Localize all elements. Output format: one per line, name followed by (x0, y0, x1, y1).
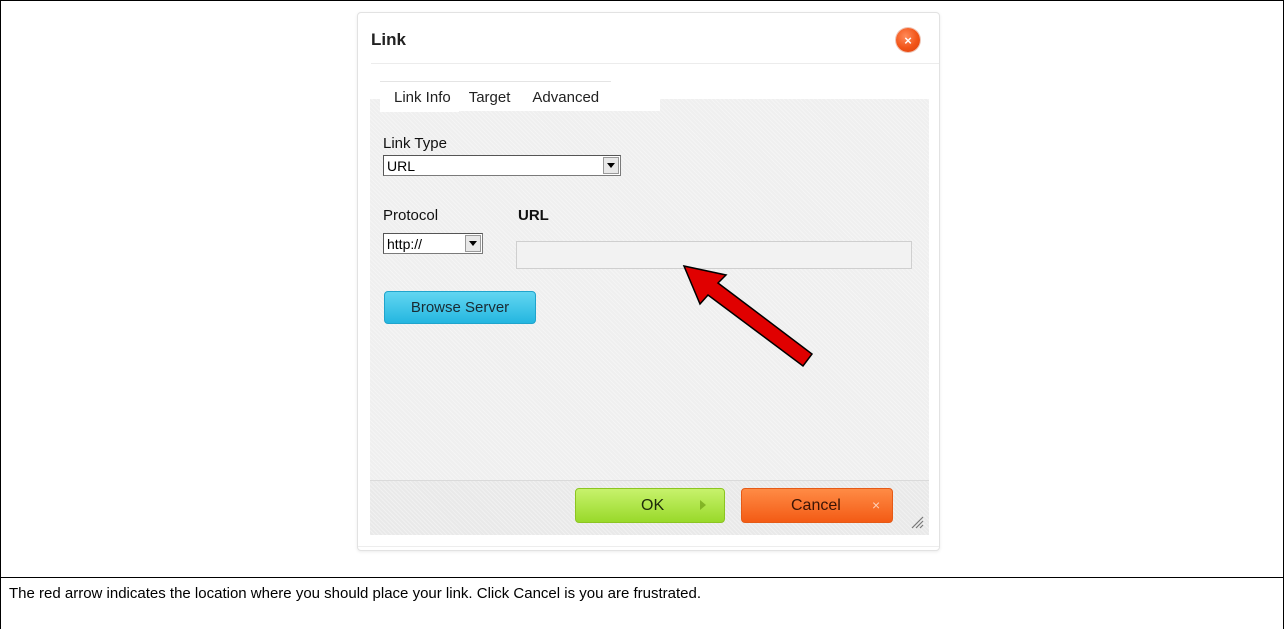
play-icon (700, 500, 706, 510)
url-label: URL (518, 207, 549, 224)
ok-button[interactable]: OK (575, 488, 725, 523)
chevron-down-icon[interactable] (603, 157, 619, 174)
close-small-icon: × (872, 497, 881, 513)
tab-target[interactable]: Target (458, 81, 519, 112)
browse-server-button[interactable]: Browse Server (384, 291, 536, 324)
cancel-label: Cancel (791, 497, 841, 514)
protocol-label: Protocol (383, 207, 439, 224)
link-dialog: Link × Link Type URL Protocol URL http:/… (357, 12, 940, 551)
tab-bar: Link Info Target Advanced (380, 81, 612, 112)
tab-advanced[interactable]: Advanced (518, 81, 612, 112)
title-divider (371, 63, 939, 64)
ok-label: OK (641, 497, 665, 514)
link-type-select[interactable]: URL (383, 155, 621, 176)
close-icon[interactable]: × (896, 28, 920, 52)
protocol-select[interactable]: http:// (383, 233, 483, 254)
dialog-title: Link (371, 30, 406, 49)
tab-link-info[interactable]: Link Info (380, 81, 459, 112)
dialog-bottom-divider (358, 546, 939, 547)
protocol-value: http:// (387, 236, 423, 252)
chevron-down-icon[interactable] (465, 235, 481, 252)
caption-text: The red arrow indicates the location whe… (9, 585, 702, 602)
link-type-label: Link Type (383, 135, 447, 152)
cancel-button[interactable]: Cancel × (741, 488, 893, 523)
link-type-value: URL (387, 158, 416, 174)
resize-grip-icon[interactable] (910, 515, 924, 529)
tab-panel: Link Type URL Protocol URL http:// Brows… (370, 99, 929, 480)
dialog-footer: OK Cancel × (370, 480, 929, 535)
red-arrow-icon (682, 264, 814, 368)
